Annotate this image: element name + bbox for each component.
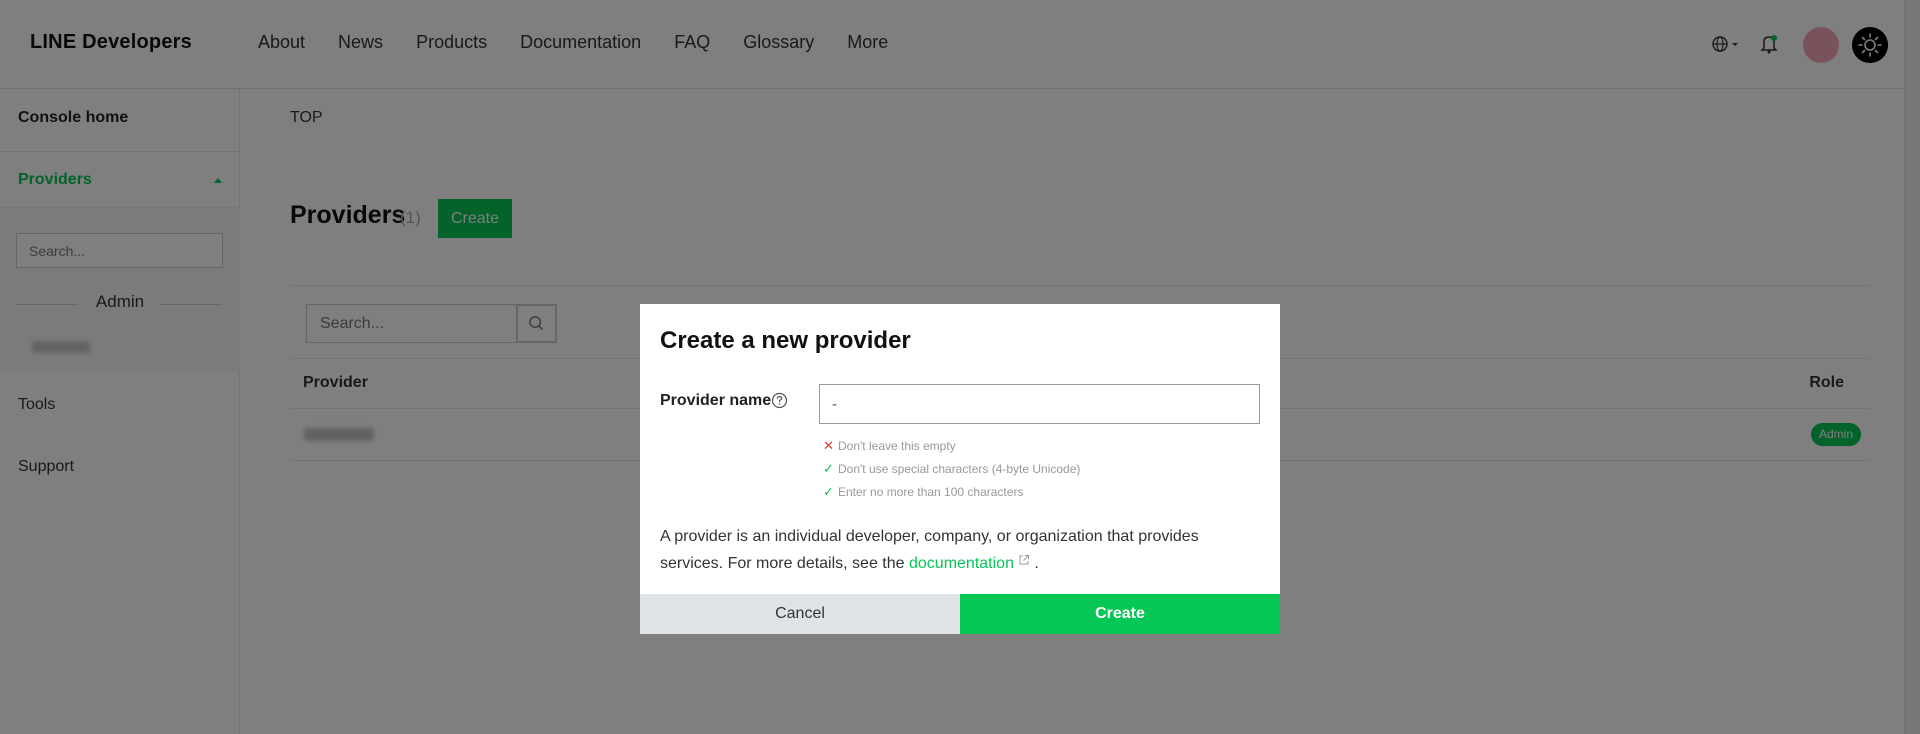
validation-hint-empty: ✕ Don't leave this empty: [823, 438, 956, 454]
app-root: LINE Developers About News Products Docu…: [0, 0, 1920, 734]
hint-text: Don't use special characters (4-byte Uni…: [838, 462, 1081, 476]
validation-hint-unicode: ✓ Don't use special characters (4-byte Un…: [823, 461, 1080, 477]
external-link-icon[interactable]: [1018, 554, 1030, 566]
provider-name-label: Provider name: [660, 392, 772, 409]
description-end: .: [1034, 555, 1039, 572]
dialog-description: A provider is an individual developer, c…: [660, 523, 1260, 577]
hint-text: Enter no more than 100 characters: [838, 485, 1024, 499]
error-x-icon: ✕: [823, 438, 834, 453]
create-button[interactable]: Create: [960, 594, 1280, 634]
help-icon[interactable]: [771, 392, 788, 409]
cancel-button[interactable]: Cancel: [640, 594, 960, 634]
check-icon: ✓: [823, 484, 834, 499]
dialog-title: Create a new provider: [660, 327, 911, 354]
validation-hint-length: ✓ Enter no more than 100 characters: [823, 484, 1023, 500]
create-provider-dialog: Create a new provider Provider name ✕ Don…: [640, 304, 1280, 634]
hint-text: Don't leave this empty: [838, 439, 956, 453]
documentation-link[interactable]: documentation: [909, 555, 1014, 572]
check-icon: ✓: [823, 461, 834, 476]
provider-name-input[interactable]: [819, 384, 1260, 424]
